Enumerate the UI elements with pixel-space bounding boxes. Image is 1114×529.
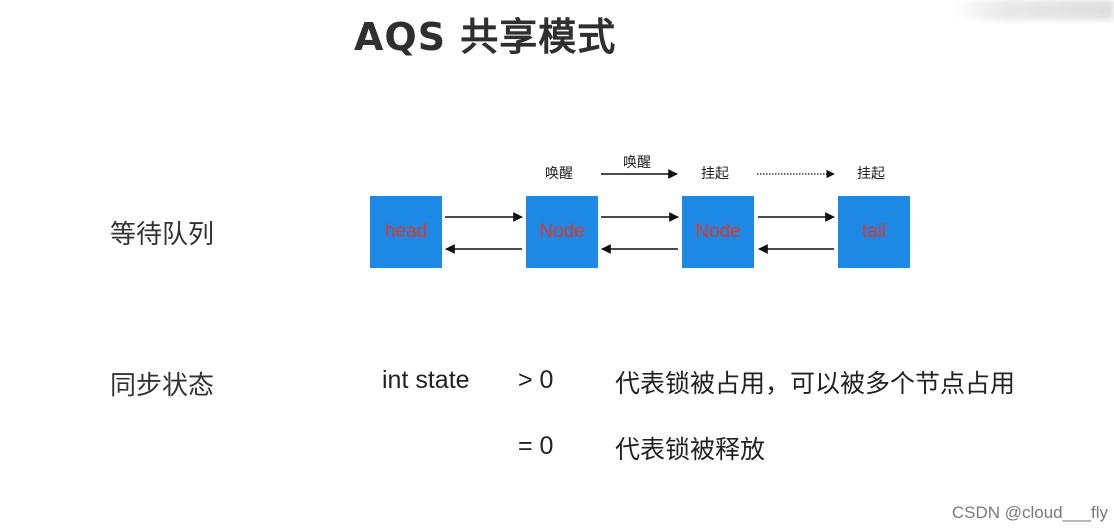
node-state-label-2: 挂起 (701, 166, 729, 182)
watermark: CSDN @cloud___fly (951, 503, 1108, 522)
queue-node-tail: tail (838, 196, 910, 268)
edge-state-label: 唤醒 (623, 155, 651, 171)
sync-state-label: 同步状态 (110, 371, 215, 401)
node-state-label-1: 唤醒 (545, 166, 573, 182)
state-condition-zero: = 0 (518, 432, 554, 460)
queue-node-head: head (370, 196, 442, 268)
queue-node-1: Node (526, 196, 598, 268)
node-state-label-3: 挂起 (857, 166, 885, 182)
state-desc-zero: 代表锁被释放 (615, 435, 766, 464)
state-condition-positive: > 0 (518, 366, 554, 394)
state-desc-positive: 代表锁被占用，可以被多个节点占用 (615, 369, 1016, 398)
queue-node-2: Node (682, 196, 754, 268)
state-variable: int state (382, 366, 470, 394)
